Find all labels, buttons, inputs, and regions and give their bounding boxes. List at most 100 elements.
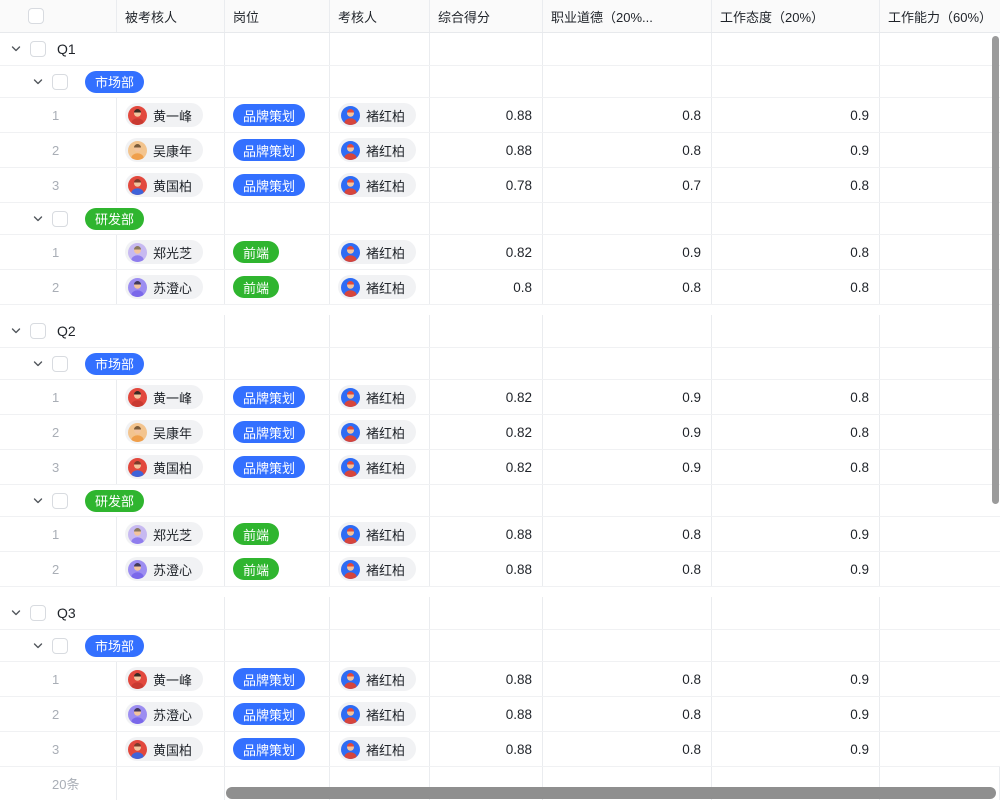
ethics-score-cell[interactable]: 0.8 <box>543 133 712 167</box>
reviewer-cell[interactable]: 褚红柏 <box>330 450 430 484</box>
column-header-position[interactable]: 岗位 <box>225 0 330 32</box>
row-index-cell[interactable]: 2 <box>0 270 117 304</box>
group-cell[interactable]: Q1 <box>0 33 225 65</box>
ethics-score-cell[interactable]: 0.8 <box>543 697 712 731</box>
group-checkbox[interactable] <box>30 605 46 621</box>
overall-score-cell[interactable]: 0.88 <box>430 517 543 551</box>
department-checkbox[interactable] <box>52 211 68 227</box>
person-cell[interactable]: 黄一峰 <box>117 380 225 414</box>
department-cell[interactable]: 研发部 <box>0 485 225 516</box>
position-cell[interactable]: 品牌策划 <box>225 662 330 696</box>
reviewer-cell[interactable]: 褚红柏 <box>330 168 430 202</box>
person-cell[interactable]: 郑光芝 <box>117 517 225 551</box>
group-cell[interactable]: Q3 <box>0 597 225 629</box>
ethics-score-cell[interactable]: 0.9 <box>543 450 712 484</box>
chevron-down-icon[interactable] <box>32 495 44 507</box>
ethics-score-cell[interactable]: 0.8 <box>543 517 712 551</box>
person-cell[interactable]: 黄国柏 <box>117 168 225 202</box>
department-cell[interactable]: 市场部 <box>0 630 225 661</box>
person-cell[interactable]: 苏澄心 <box>117 552 225 586</box>
person-cell[interactable]: 黄国柏 <box>117 450 225 484</box>
attitude-score-cell[interactable]: 0.8 <box>712 168 880 202</box>
attitude-score-cell[interactable]: 0.8 <box>712 415 880 449</box>
overall-score-cell[interactable]: 0.88 <box>430 697 543 731</box>
reviewer-cell[interactable]: 褚红柏 <box>330 662 430 696</box>
person-cell[interactable]: 苏澄心 <box>117 697 225 731</box>
row-index-cell[interactable]: 2 <box>0 133 117 167</box>
position-cell[interactable]: 品牌策划 <box>225 697 330 731</box>
position-cell[interactable]: 品牌策划 <box>225 450 330 484</box>
ability-score-cell[interactable] <box>880 168 1000 202</box>
attitude-score-cell[interactable]: 0.9 <box>712 552 880 586</box>
overall-score-cell[interactable]: 0.82 <box>430 235 543 269</box>
row-index-cell[interactable]: 1 <box>0 98 117 132</box>
column-header-overall-score[interactable]: 综合得分 <box>430 0 543 32</box>
department-checkbox[interactable] <box>52 74 68 90</box>
attitude-score-cell[interactable]: 0.9 <box>712 517 880 551</box>
ability-score-cell[interactable] <box>880 380 1000 414</box>
ethics-score-cell[interactable]: 0.8 <box>543 732 712 766</box>
ethics-score-cell[interactable]: 0.7 <box>543 168 712 202</box>
person-cell[interactable]: 黄一峰 <box>117 662 225 696</box>
position-cell[interactable]: 品牌策划 <box>225 98 330 132</box>
row-index-cell[interactable]: 1 <box>0 662 117 696</box>
department-checkbox[interactable] <box>52 493 68 509</box>
column-header-ethics[interactable]: 职业道德（20%... <box>543 0 712 32</box>
ethics-score-cell[interactable]: 0.8 <box>543 98 712 132</box>
group-checkbox[interactable] <box>30 323 46 339</box>
overall-score-cell[interactable]: 0.8 <box>430 270 543 304</box>
overall-score-cell[interactable]: 0.82 <box>430 380 543 414</box>
person-cell[interactable]: 黄一峰 <box>117 98 225 132</box>
overall-score-cell[interactable]: 0.88 <box>430 552 543 586</box>
row-index-cell[interactable]: 3 <box>0 450 117 484</box>
attitude-score-cell[interactable]: 0.8 <box>712 270 880 304</box>
department-checkbox[interactable] <box>52 356 68 372</box>
reviewer-cell[interactable]: 褚红柏 <box>330 517 430 551</box>
reviewer-cell[interactable]: 褚红柏 <box>330 133 430 167</box>
person-cell[interactable]: 吴康年 <box>117 415 225 449</box>
position-cell[interactable]: 前端 <box>225 235 330 269</box>
attitude-score-cell[interactable]: 0.9 <box>712 662 880 696</box>
ethics-score-cell[interactable]: 0.9 <box>543 235 712 269</box>
column-header-attitude[interactable]: 工作态度（20%） <box>712 0 880 32</box>
position-cell[interactable]: 品牌策划 <box>225 415 330 449</box>
ability-score-cell[interactable] <box>880 133 1000 167</box>
column-header-person[interactable]: 被考核人 <box>117 0 225 32</box>
ability-score-cell[interactable] <box>880 235 1000 269</box>
attitude-score-cell[interactable]: 0.8 <box>712 235 880 269</box>
reviewer-cell[interactable]: 褚红柏 <box>330 732 430 766</box>
horizontal-scrollbar[interactable] <box>226 787 996 799</box>
ethics-score-cell[interactable]: 0.8 <box>543 270 712 304</box>
column-header-reviewer[interactable]: 考核人 <box>330 0 430 32</box>
reviewer-cell[interactable]: 褚红柏 <box>330 697 430 731</box>
attitude-score-cell[interactable]: 0.8 <box>712 380 880 414</box>
chevron-down-icon[interactable] <box>10 43 22 55</box>
ethics-score-cell[interactable]: 0.9 <box>543 415 712 449</box>
ability-score-cell[interactable] <box>880 697 1000 731</box>
row-index-cell[interactable]: 3 <box>0 732 117 766</box>
attitude-score-cell[interactable]: 0.9 <box>712 697 880 731</box>
position-cell[interactable]: 品牌策划 <box>225 732 330 766</box>
row-index-cell[interactable]: 2 <box>0 415 117 449</box>
department-cell[interactable]: 市场部 <box>0 66 225 97</box>
overall-score-cell[interactable]: 0.88 <box>430 732 543 766</box>
ethics-score-cell[interactable]: 0.9 <box>543 380 712 414</box>
position-cell[interactable]: 品牌策划 <box>225 168 330 202</box>
department-cell[interactable]: 研发部 <box>0 203 225 234</box>
row-index-cell[interactable]: 1 <box>0 517 117 551</box>
ethics-score-cell[interactable]: 0.8 <box>543 662 712 696</box>
overall-score-cell[interactable]: 0.78 <box>430 168 543 202</box>
chevron-down-icon[interactable] <box>10 325 22 337</box>
reviewer-cell[interactable]: 褚红柏 <box>330 235 430 269</box>
vertical-scrollbar[interactable] <box>992 36 999 504</box>
ethics-score-cell[interactable]: 0.8 <box>543 552 712 586</box>
person-cell[interactable]: 苏澄心 <box>117 270 225 304</box>
person-cell[interactable]: 黄国柏 <box>117 732 225 766</box>
overall-score-cell[interactable]: 0.88 <box>430 133 543 167</box>
reviewer-cell[interactable]: 褚红柏 <box>330 552 430 586</box>
ability-score-cell[interactable] <box>880 662 1000 696</box>
attitude-score-cell[interactable]: 0.8 <box>712 450 880 484</box>
column-header-select[interactable] <box>0 0 117 32</box>
overall-score-cell[interactable]: 0.88 <box>430 662 543 696</box>
reviewer-cell[interactable]: 褚红柏 <box>330 98 430 132</box>
